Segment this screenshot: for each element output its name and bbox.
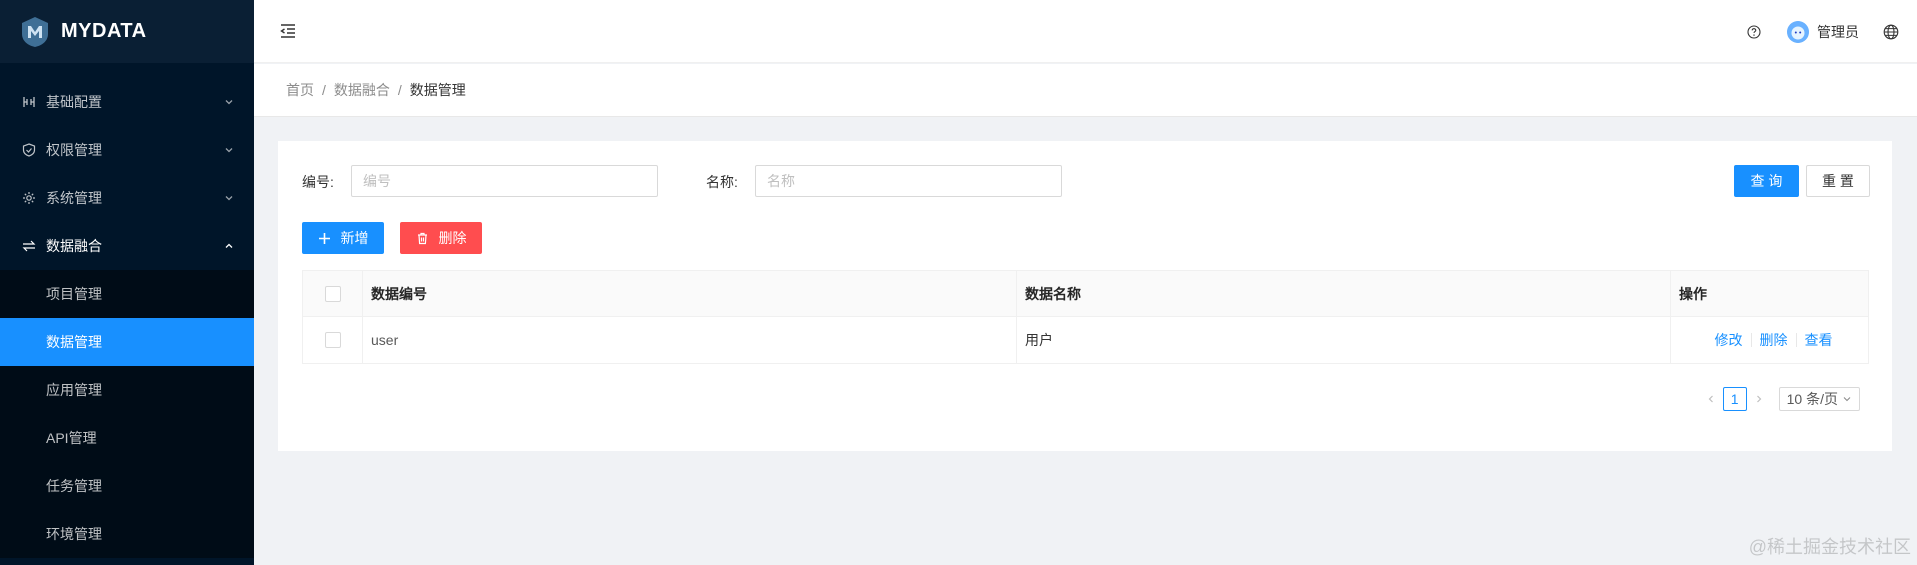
edit-link[interactable]: 修改 <box>1715 330 1743 350</box>
table-header-row: 数据编号 数据名称 操作 <box>303 271 1868 317</box>
next-page-icon[interactable] <box>1751 387 1767 411</box>
user-menu[interactable]: 管理员 <box>1787 20 1859 43</box>
page-number[interactable]: 1 <box>1722 387 1747 411</box>
column-header-actions: 操作 <box>1679 285 1707 302</box>
chevron-up-icon <box>224 241 234 251</box>
menu-label: 基础配置 <box>46 94 102 110</box>
side-menu: 基础配置 权限管理 系统管理 数据融合 项目管理 数据管理 应用管理 API管理… <box>0 63 254 558</box>
sliders-icon <box>22 95 36 109</box>
cell-name: 用户 <box>1017 317 1671 363</box>
breadcrumb: 首页 / 数据融合 / 数据管理 <box>254 64 1917 117</box>
submenu-item-application[interactable]: 应用管理 <box>0 366 254 414</box>
chevron-down-icon <box>224 193 234 203</box>
logo[interactable]: MYDATA <box>0 0 254 63</box>
cell-actions: 修改 删除 查看 <box>1671 317 1868 363</box>
delete-link[interactable]: 删除 <box>1760 330 1788 350</box>
submenu-item-project[interactable]: 项目管理 <box>0 270 254 318</box>
menu-item-data-fusion[interactable]: 数据融合 <box>0 222 254 270</box>
watermark: @稀土掘金技术社区 <box>1748 537 1911 557</box>
view-link[interactable]: 查看 <box>1805 330 1833 350</box>
menu-item-basic-config[interactable]: 基础配置 <box>0 78 254 126</box>
plus-icon <box>318 232 331 245</box>
row-checkbox[interactable] <box>324 332 341 348</box>
pagination: 1 10 条/页 <box>1703 387 1860 411</box>
add-button-label: 新增 <box>340 230 369 246</box>
action-divider <box>1750 333 1752 347</box>
code-input[interactable] <box>351 165 658 197</box>
swap-icon <box>22 239 36 253</box>
menu-fold-icon[interactable] <box>279 22 297 40</box>
breadcrumb-data-fusion[interactable]: 数据融合 <box>334 80 390 100</box>
shield-icon <box>22 143 36 157</box>
row-checkbox-cell <box>303 317 363 363</box>
app-name: MYDATA <box>61 20 147 42</box>
column-header-name: 数据名称 <box>1017 271 1671 316</box>
question-icon[interactable] <box>1747 24 1761 39</box>
top-header: 管理员 <box>254 0 1917 63</box>
menu-item-system[interactable]: 系统管理 <box>0 174 254 222</box>
content-card: 编号: 名称: 查 询 重 置 新增 删除 数据编号 数据名称 操作 user … <box>278 141 1892 451</box>
logo-icon <box>21 16 49 48</box>
menu-label: 数据融合 <box>46 238 102 254</box>
menu-label: 权限管理 <box>46 142 102 158</box>
code-label: 编号: <box>302 174 334 190</box>
submenu-item-data[interactable]: 数据管理 <box>0 318 254 366</box>
cell-code: user <box>363 317 1017 363</box>
breadcrumb-separator: / <box>322 82 326 98</box>
query-button[interactable]: 查 询 <box>1734 165 1799 197</box>
header-checkbox-cell <box>303 271 363 316</box>
header-actions: 管理员 <box>1747 0 1899 63</box>
page-size-value: 10 条/页 <box>1786 391 1838 407</box>
avatar <box>1787 20 1809 43</box>
prev-page-icon[interactable] <box>1703 387 1719 411</box>
data-table: 数据编号 数据名称 操作 user 用户 修改 删除 查看 <box>302 270 1869 364</box>
delete-button[interactable]: 删除 <box>400 222 482 254</box>
name-label: 名称: <box>706 174 738 190</box>
name-input[interactable] <box>755 165 1062 197</box>
page-size-select[interactable]: 10 条/页 <box>1778 387 1860 411</box>
trash-icon <box>416 232 429 245</box>
reset-button[interactable]: 重 置 <box>1806 165 1870 197</box>
delete-button-label: 删除 <box>438 230 467 246</box>
globe-icon[interactable] <box>1883 24 1899 40</box>
gear-icon <box>22 191 36 205</box>
menu-label: 系统管理 <box>46 190 102 206</box>
submenu-item-api[interactable]: API管理 <box>0 414 254 462</box>
table-row: user 用户 修改 删除 查看 <box>303 317 1868 363</box>
add-button[interactable]: 新增 <box>302 222 384 254</box>
column-header-code: 数据编号 <box>363 271 1017 316</box>
menu-item-permission[interactable]: 权限管理 <box>0 126 254 174</box>
username: 管理员 <box>1817 23 1859 40</box>
chevron-down-icon <box>224 97 234 107</box>
chevron-down-icon <box>1842 394 1852 404</box>
select-all-checkbox[interactable] <box>324 285 341 302</box>
submenu-item-task[interactable]: 任务管理 <box>0 462 254 510</box>
sidebar: MYDATA 基础配置 权限管理 系统管理 数据融合 项目管理 数据管理 应用管… <box>0 0 254 565</box>
breadcrumb-current: 数据管理 <box>409 82 466 98</box>
submenu-data-fusion: 项目管理 数据管理 应用管理 API管理 任务管理 环境管理 <box>0 270 254 558</box>
breadcrumb-home[interactable]: 首页 <box>286 80 314 100</box>
row-actions: 修改 删除 查看 <box>1679 330 1868 350</box>
chevron-down-icon <box>224 145 234 155</box>
action-divider <box>1795 333 1797 347</box>
submenu-item-environment[interactable]: 环境管理 <box>0 510 254 558</box>
breadcrumb-separator: / <box>397 82 402 98</box>
